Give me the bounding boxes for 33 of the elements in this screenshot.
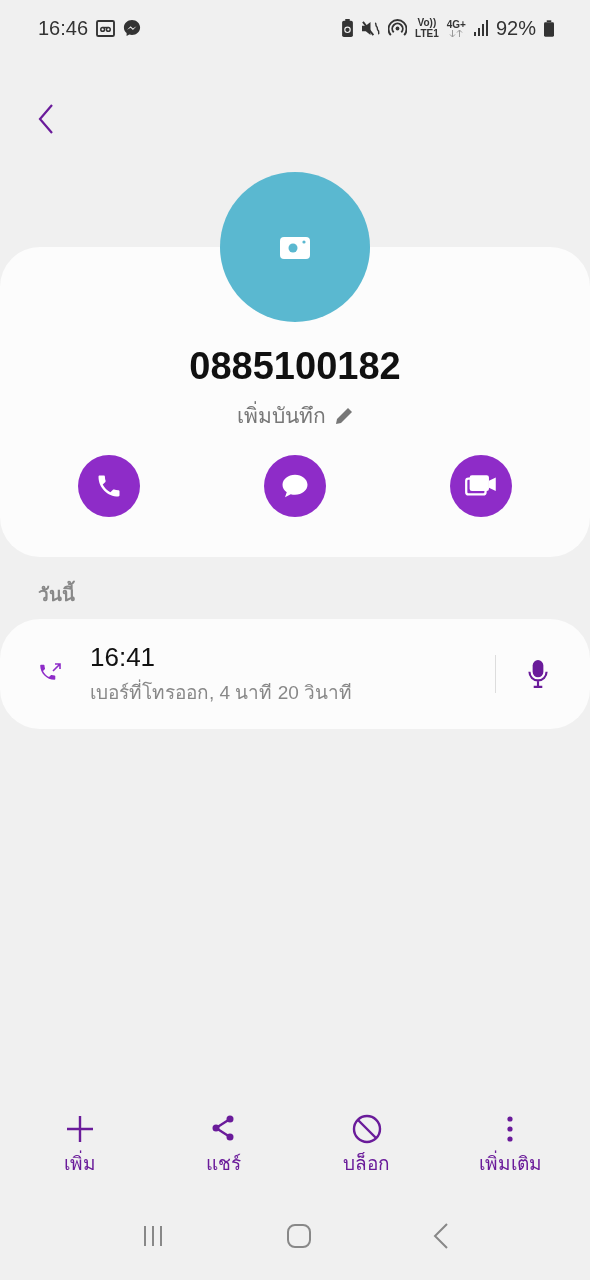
data-arrows-icon [449, 30, 464, 37]
home-icon [286, 1223, 312, 1249]
share-button[interactable]: แชร์ [158, 1114, 289, 1178]
call-time: 16:41 [90, 641, 157, 673]
battery-icon [544, 19, 554, 37]
back-button[interactable] [36, 102, 56, 136]
messenger-icon [123, 19, 142, 37]
block-icon [351, 1114, 382, 1144]
call-detail: เบอร์ที่โทรออก, 4 นาที 20 วินาที [90, 678, 354, 705]
more-icon [507, 1114, 514, 1144]
hotspot-icon [388, 18, 408, 38]
plus-icon [64, 1114, 95, 1144]
section-heading: วันนี้ [38, 579, 590, 609]
lte-label: LTE1 [415, 28, 439, 39]
phone-number: 0885100182 [189, 345, 401, 388]
battery-saver-icon [342, 19, 354, 37]
volte-label: Vo)) [417, 17, 437, 28]
network-label: 4G+ [446, 19, 466, 30]
camera-icon [280, 235, 310, 259]
back-icon [433, 1223, 450, 1249]
more-button[interactable]: เพิ่มเติม [445, 1114, 576, 1178]
pencil-icon [333, 405, 354, 426]
status-time: 16:46 [38, 16, 89, 40]
microphone-icon[interactable] [526, 659, 550, 689]
signal-icon [473, 20, 488, 36]
video-camera-icon [465, 473, 497, 499]
call-log-entry[interactable]: 16:41 เบอร์ที่โทรออก, 4 นาที 20 วินาที [0, 619, 590, 729]
mute-icon [361, 19, 381, 37]
cassette-icon [96, 19, 116, 37]
block-button[interactable]: บล็อก [301, 1114, 432, 1178]
add-button[interactable]: เพิ่ม [14, 1114, 145, 1178]
battery-percent: 92% [495, 16, 536, 40]
add-note-button[interactable]: เพิ่มบันทึก [230, 398, 360, 433]
